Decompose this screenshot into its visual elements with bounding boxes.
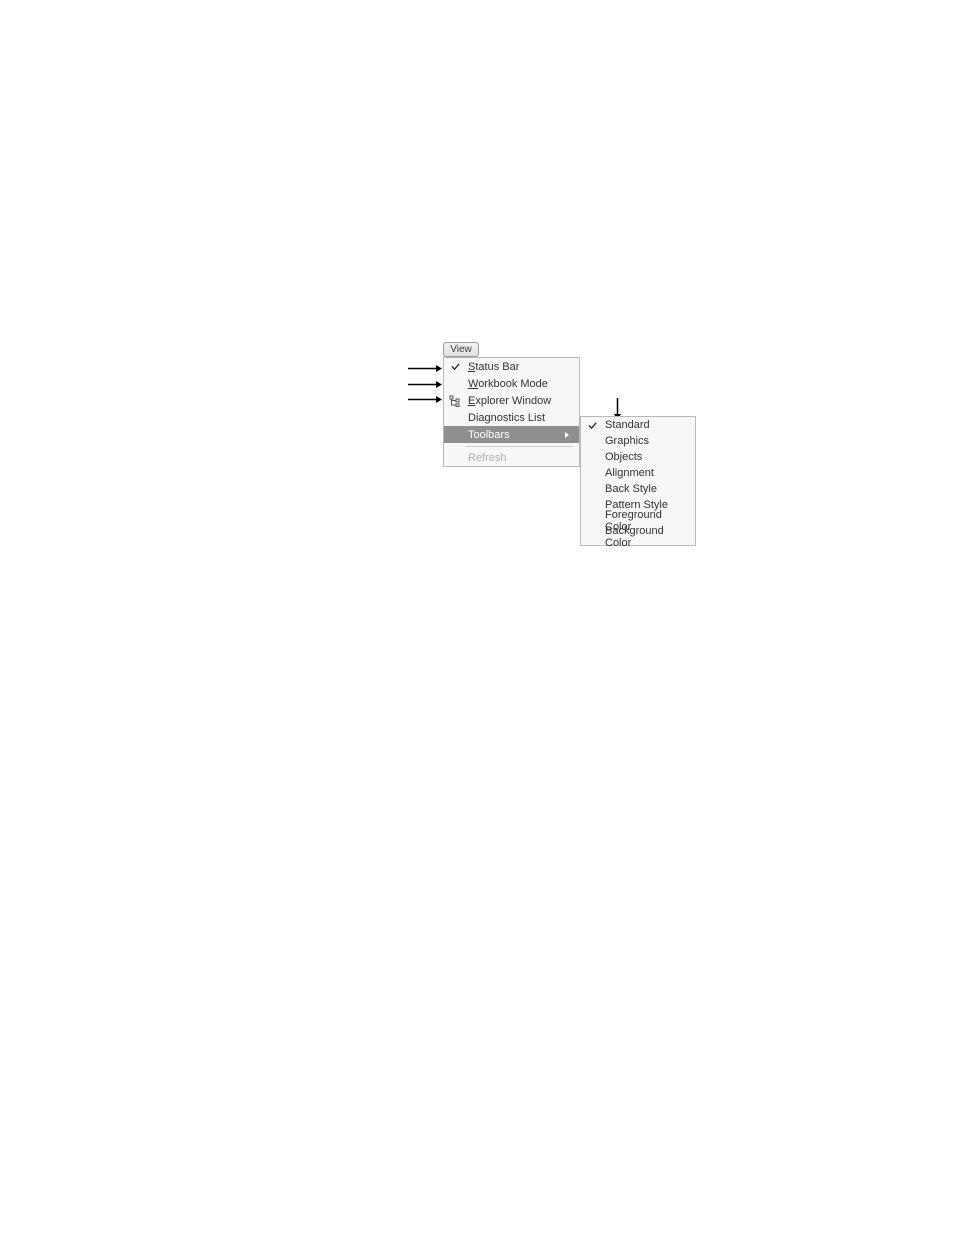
toolbars-submenu: Standard Graphics Objects Alignment Back…: [580, 416, 696, 546]
menu-item-toolbars[interactable]: Toolbars: [444, 426, 579, 443]
check-icon: [444, 358, 466, 375]
menu-item-label: Refresh: [466, 452, 569, 464]
tree-icon: [444, 392, 466, 409]
menu-item-label: Toolbars: [466, 429, 559, 441]
menu-item-label: Workbook Mode: [466, 378, 569, 390]
submenu-item-label: Objects: [603, 451, 685, 463]
empty-icon: [444, 449, 466, 466]
check-icon: [581, 417, 603, 433]
menu-item-workbook-mode[interactable]: Workbook Mode: [444, 375, 579, 392]
empty-icon: [581, 465, 603, 481]
menu-item-refresh: Refresh: [444, 449, 579, 466]
menu-item-label: Explorer Window: [466, 395, 569, 407]
menu-button-view[interactable]: View: [443, 342, 479, 357]
empty-icon: [444, 426, 466, 443]
submenu-item-standard[interactable]: Standard: [581, 417, 695, 433]
submenu-item-label: Alignment: [603, 467, 685, 479]
view-menu: Status Bar Workbook Mode Explorer Window…: [443, 357, 580, 467]
submenu-item-back-style[interactable]: Back Style: [581, 481, 695, 497]
menu-item-explorer-window[interactable]: Explorer Window: [444, 392, 579, 409]
submenu-item-objects[interactable]: Objects: [581, 449, 695, 465]
menu-item-label: Status Bar: [466, 361, 569, 373]
submenu-item-background-color[interactable]: Background Color: [581, 529, 695, 545]
menu-item-status-bar[interactable]: Status Bar: [444, 358, 579, 375]
empty-icon: [581, 433, 603, 449]
submenu-item-label: Back Style: [603, 483, 685, 495]
annotation-arrow-3: [408, 395, 442, 396]
empty-icon: [444, 375, 466, 392]
submenu-item-alignment[interactable]: Alignment: [581, 465, 695, 481]
empty-icon: [581, 449, 603, 465]
submenu-item-label: Graphics: [603, 435, 685, 447]
submenu-item-label: Background Color: [603, 525, 685, 549]
empty-icon: [444, 409, 466, 426]
annotation-arrow-1: [408, 364, 442, 365]
empty-icon: [581, 497, 603, 513]
menu-item-diagnostics-list[interactable]: Diagnostics List: [444, 409, 579, 426]
empty-icon: [581, 513, 603, 529]
empty-icon: [581, 529, 603, 545]
menu-button-label: View: [450, 344, 472, 355]
empty-icon: [581, 481, 603, 497]
submenu-item-graphics[interactable]: Graphics: [581, 433, 695, 449]
submenu-arrow-icon: [559, 432, 569, 438]
annotation-arrow-2: [408, 380, 442, 381]
submenu-item-label: Standard: [603, 419, 685, 431]
menu-item-label: Diagnostics List: [466, 412, 569, 424]
